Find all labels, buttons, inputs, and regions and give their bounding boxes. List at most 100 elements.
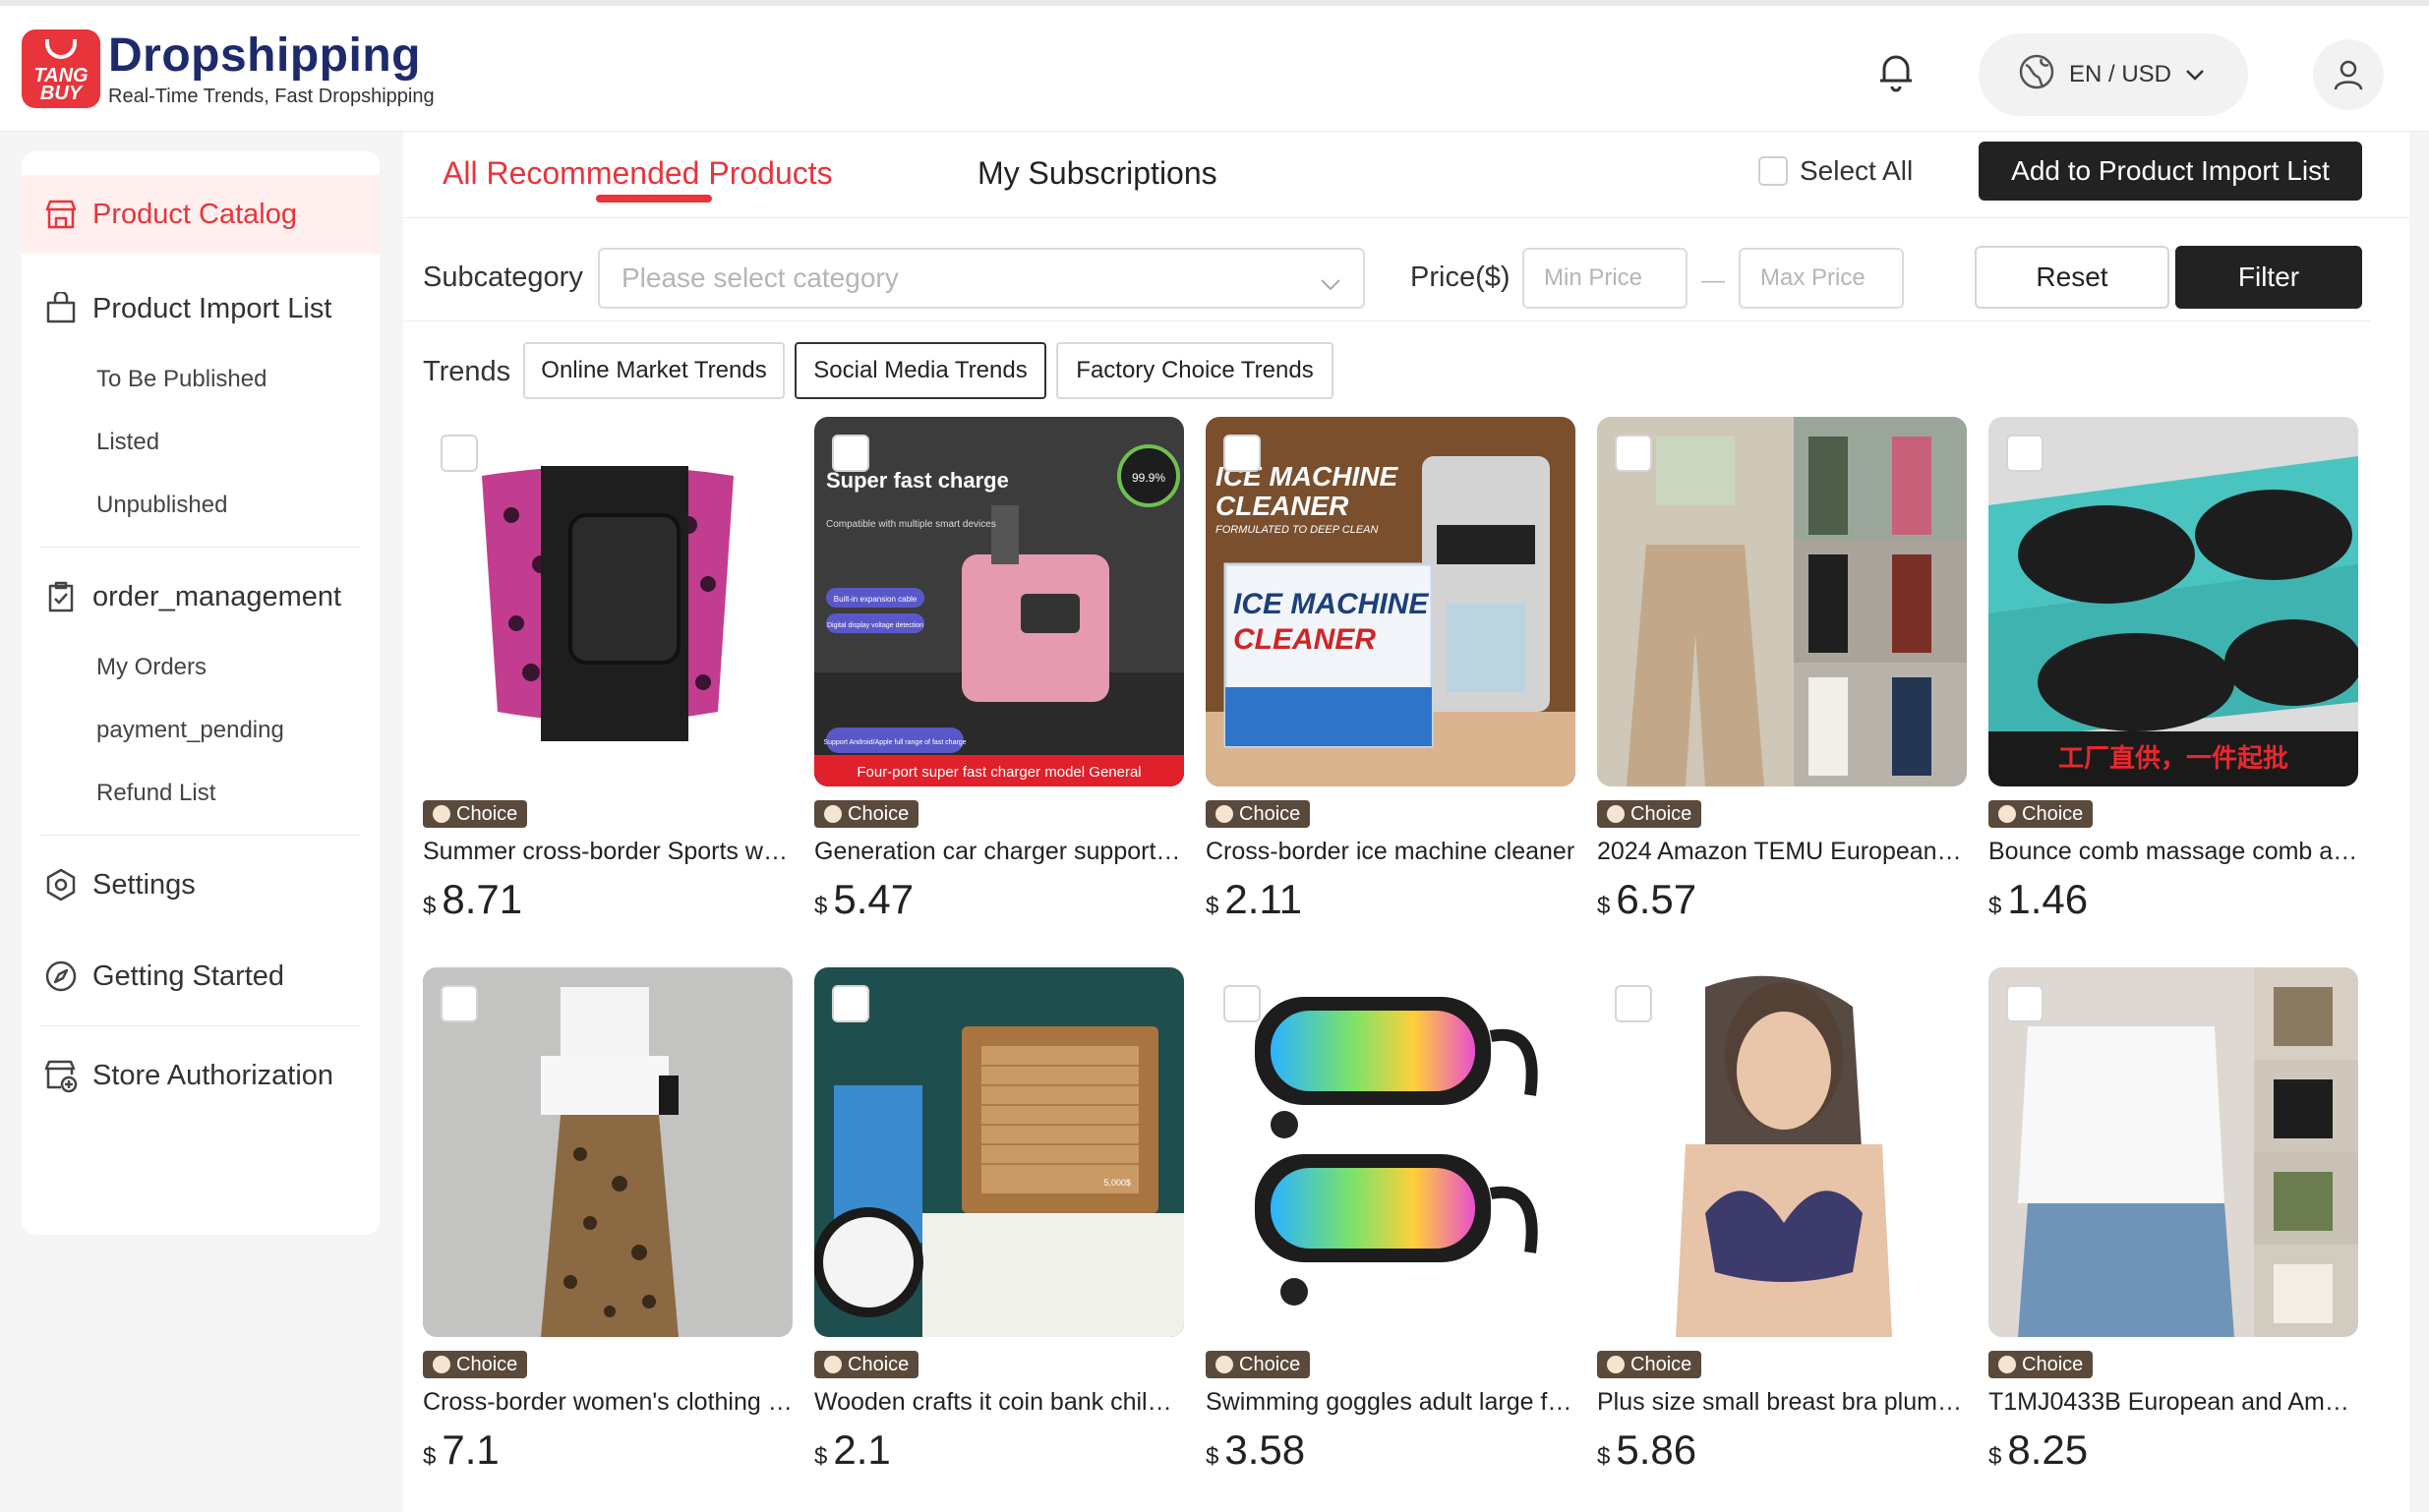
sidebar-item-label: order_management <box>92 580 342 612</box>
sidebar-subitem-to-be-published[interactable]: To Be Published <box>22 348 380 411</box>
product-price: $1.46 <box>1988 876 2089 922</box>
product-card[interactable]: 5,000$ Choice Wooden crafts it coin bank… <box>814 967 1184 1474</box>
product-select-checkbox[interactable] <box>1615 985 1652 1022</box>
brand-logo[interactable]: TANG BUY Dropshipping Real-Time Trends, … <box>22 29 435 108</box>
product-image[interactable] <box>1206 967 1575 1337</box>
sidebar-subitem-my-orders[interactable]: My Orders <box>22 636 380 699</box>
svg-text:Four-port super fast charger m: Four-port super fast charger model Gener… <box>857 764 1141 781</box>
globe-icon <box>2018 53 2055 97</box>
tank-top-image <box>1988 967 2358 1337</box>
sidebar-item-order-management[interactable]: order_management <box>22 557 380 636</box>
apple-icon <box>1998 1356 2016 1373</box>
product-image[interactable]: ICE MACHINE CLEANER FORMULATED TO DEEP C… <box>1206 417 1575 786</box>
product-title[interactable]: Cross-border women's clothing leopard sk… <box>423 1388 793 1417</box>
user-avatar-icon[interactable] <box>2313 39 2384 110</box>
product-title[interactable]: Wooden crafts it coin bank children <box>814 1388 1184 1417</box>
product-image[interactable] <box>423 417 793 786</box>
product-select-checkbox[interactable] <box>1615 435 1652 472</box>
trend-social-media[interactable]: Social Media Trends <box>795 342 1046 399</box>
product-card[interactable]: Choice Plus size small breast bra plump … <box>1597 967 1967 1474</box>
trend-online-market[interactable]: Online Market Trends <box>523 342 785 399</box>
product-select-checkbox[interactable] <box>441 985 478 1022</box>
product-title[interactable]: Cross-border ice machine cleaner <box>1206 838 1575 866</box>
price-range-dash: — <box>1701 267 1725 294</box>
max-price-input[interactable]: Max Price <box>1739 248 1904 309</box>
trends-label: Trends <box>423 356 511 387</box>
svg-text:FORMULATED TO DEEP CLEAN: FORMULATED TO DEEP CLEAN <box>1215 524 1378 536</box>
product-price: $8.25 <box>1988 1426 2089 1473</box>
lang-currency-label: EN / USD <box>2069 61 2172 87</box>
product-title[interactable]: Bounce comb massage comb air cushion <box>1988 838 2358 866</box>
subcategory-select[interactable]: Please select category <box>598 248 1365 309</box>
apple-icon <box>1607 1356 1625 1373</box>
sidebar-item-label: Getting Started <box>92 960 285 992</box>
product-image[interactable]: 5,000$ <box>814 967 1184 1337</box>
svg-text:5,000$: 5,000$ <box>1103 1178 1131 1188</box>
massage-comb-image: 工厂直供，一件起批 <box>1988 417 2358 786</box>
sidebar: Product Catalog Product Import List To B… <box>22 151 380 1235</box>
language-currency-switcher[interactable]: EN / USD <box>1979 33 2248 116</box>
sidebar-item-settings[interactable]: Settings <box>22 845 380 924</box>
product-select-checkbox[interactable] <box>1223 435 1261 472</box>
sidebar-item-store-authorization[interactable]: Store Authorization <box>22 1036 380 1115</box>
choice-badge: Choice <box>814 800 919 828</box>
choice-badge: Choice <box>1597 1351 1702 1378</box>
coin-bank-image: 5,000$ <box>814 967 1184 1337</box>
apple-icon <box>433 805 450 823</box>
apple-icon <box>433 1356 450 1373</box>
product-select-checkbox[interactable] <box>2006 435 2044 472</box>
product-select-checkbox[interactable] <box>441 435 478 472</box>
product-image[interactable]: 工厂直供，一件起批 <box>1988 417 2358 786</box>
product-title[interactable]: Generation car charger support fast char… <box>814 838 1184 866</box>
sidebar-subitem-payment-pending[interactable]: payment_pending <box>22 699 380 762</box>
sidebar-subitem-unpublished[interactable]: Unpublished <box>22 474 380 537</box>
product-image[interactable]: 99.9% Super fast charge Compatible with … <box>814 417 1184 786</box>
product-card[interactable]: Choice Cross-border women's clothing leo… <box>423 967 793 1474</box>
bag-icon <box>43 291 79 326</box>
logo-mark-icon: TANG BUY <box>22 29 100 108</box>
product-select-checkbox[interactable] <box>2006 985 2044 1022</box>
product-title[interactable]: T1MJ0433B European and American tank top <box>1988 1388 2358 1417</box>
sidebar-item-getting-started[interactable]: Getting Started <box>22 937 380 1016</box>
choice-badge: Choice <box>1988 1351 2094 1378</box>
product-image[interactable] <box>1597 967 1967 1337</box>
add-to-import-list-button[interactable]: Add to Product Import List <box>1979 142 2362 201</box>
notification-bell-icon[interactable] <box>1876 49 1916 92</box>
product-title[interactable]: Plus size small breast bra plump push up <box>1597 1388 1967 1417</box>
product-image[interactable] <box>1988 967 2358 1337</box>
product-card[interactable]: Choice Summer cross-border Sports waist … <box>423 417 793 923</box>
sidebar-subitem-listed[interactable]: Listed <box>22 411 380 474</box>
product-select-checkbox[interactable] <box>1223 985 1261 1022</box>
product-price: $6.57 <box>1597 876 1697 922</box>
sidebar-item-label: Settings <box>92 868 196 901</box>
sidebar-item-product-import-list[interactable]: Product Import List <box>22 269 380 348</box>
product-image[interactable] <box>423 967 793 1337</box>
trend-factory-choice[interactable]: Factory Choice Trends <box>1056 342 1333 399</box>
reset-button[interactable]: Reset <box>1975 246 2169 309</box>
select-all-checkbox[interactable]: Select All <box>1758 155 1913 187</box>
product-card[interactable]: Choice 2024 Amazon TEMU European and Ame… <box>1597 417 1967 923</box>
min-price-input[interactable]: Min Price <box>1522 248 1688 309</box>
checkbox[interactable] <box>1758 156 1788 186</box>
svg-text:工厂直供，一件起批: 工厂直供，一件起批 <box>2058 744 2288 774</box>
tab-my-subscriptions[interactable]: My Subscriptions <box>978 155 1217 192</box>
apple-icon <box>1998 805 2016 823</box>
product-title[interactable]: Summer cross-border Sports waist trainer… <box>423 838 793 866</box>
product-card[interactable]: 99.9% Super fast charge Compatible with … <box>814 417 1184 923</box>
sidebar-subitem-refund-list[interactable]: Refund List <box>22 762 380 825</box>
sidebar-item-product-catalog[interactable]: Product Catalog <box>22 175 380 254</box>
product-price: $2.1 <box>814 1426 891 1473</box>
product-card[interactable]: ICE MACHINE CLEANER FORMULATED TO DEEP C… <box>1206 417 1575 923</box>
tab-all-recommended-products[interactable]: All Recommended Products <box>443 155 833 192</box>
product-select-checkbox[interactable] <box>832 435 869 472</box>
product-card[interactable]: Choice Swimming goggles adult large fram… <box>1206 967 1575 1474</box>
product-select-checkbox[interactable] <box>832 985 869 1022</box>
product-image[interactable] <box>1597 417 1967 786</box>
product-title[interactable]: 2024 Amazon TEMU European and American <box>1597 838 1967 866</box>
product-card[interactable]: Choice T1MJ0433B European and American t… <box>1988 967 2358 1474</box>
swimming-goggles-image <box>1206 967 1575 1337</box>
product-card[interactable]: 工厂直供，一件起批 Choice Bounce comb massage com… <box>1988 417 2358 923</box>
sidebar-item-label: Product Import List <box>92 292 332 324</box>
product-title[interactable]: Swimming goggles adult large frame <box>1206 1388 1575 1417</box>
filter-button[interactable]: Filter <box>2175 246 2362 309</box>
